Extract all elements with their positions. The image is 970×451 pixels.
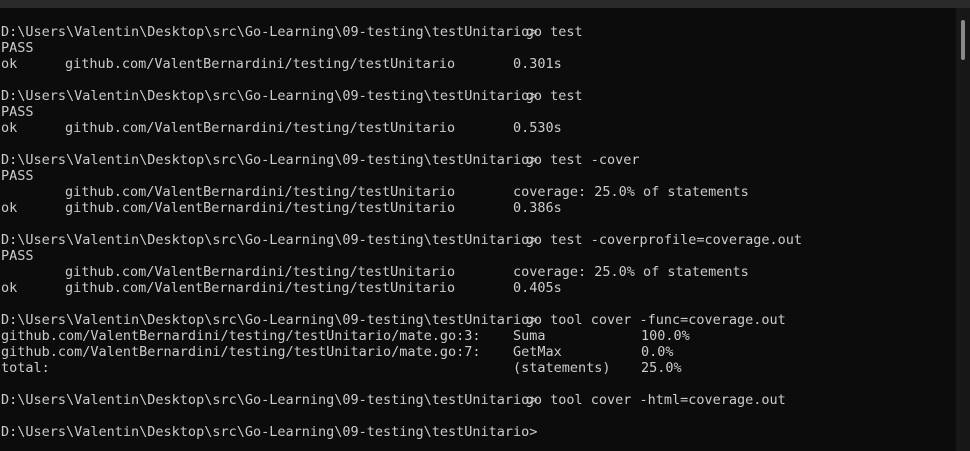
result-text: 0.301s — [513, 56, 562, 72]
func-coverage: 100.0% — [641, 328, 690, 344]
output-text: PASS — [1, 248, 34, 264]
terminal-line: github.com/ValentBernardini/testing/test… — [1, 184, 956, 200]
prompt-path: D:\Users\Valentin\Desktop\src\Go-Learnin… — [1, 24, 538, 40]
func-name: Suma — [513, 328, 546, 344]
result-text: coverage: 25.0% of statements — [513, 184, 749, 200]
command-text: go test — [525, 88, 583, 104]
terminal-line: D:\Users\Valentin\Desktop\src\Go-Learnin… — [1, 424, 956, 440]
terminal-output[interactable]: D:\Users\Valentin\Desktop\src\Go-Learnin… — [1, 24, 956, 440]
prompt-path: D:\Users\Valentin\Desktop\src\Go-Learnin… — [1, 424, 538, 440]
scrollbar[interactable] — [956, 8, 970, 451]
terminal-line: D:\Users\Valentin\Desktop\src\Go-Learnin… — [1, 24, 956, 40]
title-bar — [0, 0, 970, 8]
terminal-line: PASS — [1, 104, 956, 120]
output-text: PASS — [1, 168, 34, 184]
result-text: coverage: 25.0% of statements — [513, 264, 749, 280]
func-name: GetMax — [513, 344, 562, 360]
result-text: 0.405s — [513, 280, 562, 296]
func-coverage: 0.0% — [641, 344, 674, 360]
terminal-line: total: (statements) 25.0% — [1, 360, 956, 376]
terminal-line: D:\Users\Valentin\Desktop\src\Go-Learnin… — [1, 88, 956, 104]
package-path: github.com/ValentBernardini/testing/test… — [65, 280, 456, 296]
func-coverage: 25.0% — [641, 360, 682, 376]
command-text: go tool cover -func=coverage.out — [525, 312, 786, 328]
command-text: go tool cover -html=coverage.out — [525, 392, 786, 408]
func-name: (statements) — [513, 360, 611, 376]
prompt-path: D:\Users\Valentin\Desktop\src\Go-Learnin… — [1, 312, 538, 328]
status-text: ok — [1, 56, 18, 72]
package-path: github.com/ValentBernardini/testing/test… — [65, 120, 456, 136]
terminal-line: github.com/ValentBernardini/testing/test… — [1, 344, 956, 360]
terminal-line: github.com/ValentBernardini/testing/test… — [1, 264, 956, 280]
package-path: github.com/ValentBernardini/testing/test… — [65, 184, 456, 200]
terminal-line: PASS — [1, 248, 956, 264]
terminal-line: ok github.com/ValentBernardini/testing/te… — [1, 200, 956, 216]
prompt-path: D:\Users\Valentin\Desktop\src\Go-Learnin… — [1, 88, 538, 104]
terminal-line: PASS — [1, 168, 956, 184]
terminal-line: ok github.com/ValentBernardini/testing/te… — [1, 56, 956, 72]
prompt-path: D:\Users\Valentin\Desktop\src\Go-Learnin… — [1, 152, 538, 168]
command-text: go test -cover — [525, 152, 640, 168]
command-text: go test -coverprofile=coverage.out — [525, 232, 803, 248]
terminal-line: D:\Users\Valentin\Desktop\src\Go-Learnin… — [1, 152, 956, 168]
terminal-line: D:\Users\Valentin\Desktop\src\Go-Learnin… — [1, 392, 956, 408]
prompt-path: D:\Users\Valentin\Desktop\src\Go-Learnin… — [1, 392, 538, 408]
command-text: go test — [525, 24, 583, 40]
output-text: PASS — [1, 40, 34, 56]
terminal-line: D:\Users\Valentin\Desktop\src\Go-Learnin… — [1, 312, 956, 328]
func-location: github.com/ValentBernardini/testing/test… — [1, 344, 481, 360]
status-text: ok — [1, 120, 18, 136]
terminal-line: D:\Users\Valentin\Desktop\src\Go-Learnin… — [1, 232, 956, 248]
package-path: github.com/ValentBernardini/testing/test… — [65, 56, 456, 72]
result-text: 0.530s — [513, 120, 562, 136]
terminal-line: ok github.com/ValentBernardini/testing/te… — [1, 120, 956, 136]
terminal-line: ok github.com/ValentBernardini/testing/te… — [1, 280, 956, 296]
terminal-line: PASS — [1, 40, 956, 56]
func-location: total: — [1, 360, 50, 376]
terminal-window: D:\Users\Valentin\Desktop\src\Go-Learnin… — [0, 0, 970, 451]
status-text: ok — [1, 280, 18, 296]
package-path: github.com/ValentBernardini/testing/test… — [65, 200, 456, 216]
package-path: github.com/ValentBernardini/testing/test… — [65, 264, 456, 280]
scroll-thumb[interactable] — [961, 20, 965, 60]
status-text: ok — [1, 200, 18, 216]
prompt-path: D:\Users\Valentin\Desktop\src\Go-Learnin… — [1, 232, 538, 248]
result-text: 0.386s — [513, 200, 562, 216]
terminal-line: github.com/ValentBernardini/testing/test… — [1, 328, 956, 344]
output-text: PASS — [1, 104, 34, 120]
func-location: github.com/ValentBernardini/testing/test… — [1, 328, 481, 344]
